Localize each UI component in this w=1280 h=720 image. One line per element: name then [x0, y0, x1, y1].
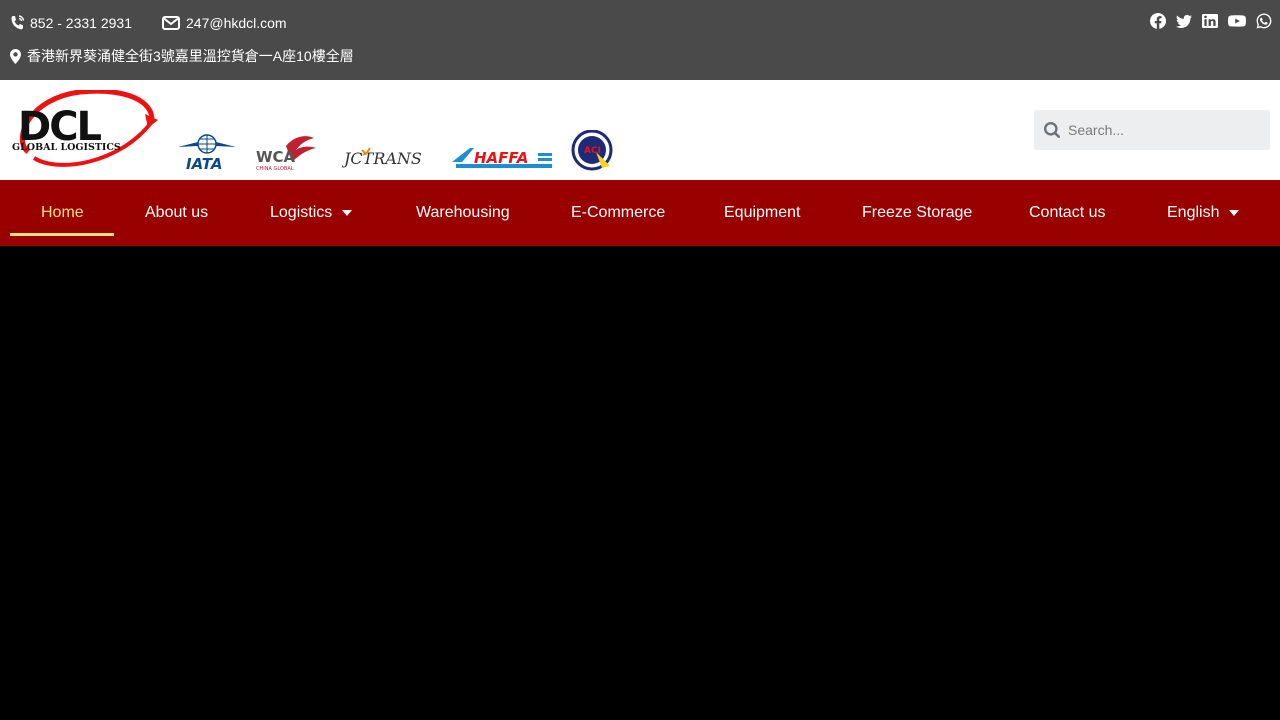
svg-text:WCA: WCA	[256, 148, 296, 166]
nav-item-equipment[interactable]: Equipment	[724, 180, 801, 246]
svg-text:HAFFA: HAFFA	[474, 149, 528, 167]
nav-item-freeze-storage[interactable]: Freeze Storage	[862, 180, 972, 246]
facebook-icon	[1150, 12, 1166, 29]
envelope-icon	[162, 16, 180, 30]
caret-down-icon	[342, 210, 353, 216]
iata-logo: IATA	[178, 134, 236, 173]
site-header: DCL GLOBAL LOGISTICS IATA WCA CHINA GLOB…	[0, 80, 1280, 180]
site-logo[interactable]: DCL GLOBAL LOGISTICS	[10, 88, 160, 170]
caret-down-icon	[1229, 210, 1240, 216]
nav-item-contact-us[interactable]: Contact us	[1029, 180, 1105, 246]
aci-logo: ACI	[570, 129, 614, 172]
nav-item-logistics[interactable]: Logistics	[270, 180, 353, 246]
hero-banner	[0, 246, 1280, 720]
email-address: 247@hkdcl.com	[186, 15, 287, 31]
phone-icon	[11, 15, 24, 30]
active-nav-underline	[10, 233, 114, 236]
svg-text:IATA: IATA	[186, 155, 222, 172]
phone-number: 852 - 2331 2931	[30, 15, 132, 31]
main-navigation: Home About us Logistics Warehousing E-Co…	[0, 180, 1280, 246]
twitter-link[interactable]	[1176, 12, 1192, 30]
twitter-icon	[1176, 14, 1192, 28]
linkedin-link[interactable]	[1202, 12, 1218, 30]
search-icon[interactable]	[1044, 122, 1060, 138]
email-link[interactable]: 247@hkdcl.com	[162, 15, 287, 31]
nav-item-home[interactable]: Home	[41, 180, 84, 246]
svg-text:CHINA GLOBAL: CHINA GLOBAL	[256, 166, 294, 172]
youtube-link[interactable]	[1228, 12, 1246, 30]
map-marker-icon	[10, 48, 21, 64]
jctrans-logo: JCTRANS	[341, 144, 432, 170]
nav-item-about-us[interactable]: About us	[145, 180, 208, 246]
search-box	[1034, 110, 1270, 150]
nav-item-language[interactable]: English	[1167, 180, 1240, 246]
address-text: 香港新界葵涌健全街3號嘉里溫控貨倉一A座10樓全層	[27, 48, 354, 64]
facebook-link[interactable]	[1150, 12, 1166, 30]
linkedin-icon	[1202, 14, 1218, 28]
svg-text:ACI: ACI	[584, 146, 601, 156]
youtube-icon	[1228, 15, 1246, 27]
svg-text:JCTRANS: JCTRANS	[342, 149, 422, 168]
address-link[interactable]: 香港新界葵涌健全街3號嘉里溫控貨倉一A座10樓全層	[10, 46, 354, 66]
top-bar: 852 - 2331 2931 247@hkdcl.com 香港新界葵涌健全街3…	[0, 0, 1280, 80]
whatsapp-link[interactable]	[1256, 12, 1272, 30]
wca-logo: WCA CHINA GLOBAL	[256, 134, 318, 172]
logo-sub-text: GLOBAL LOGISTICS	[12, 142, 121, 153]
whatsapp-icon	[1256, 13, 1272, 29]
nav-item-e-commerce[interactable]: E-Commerce	[571, 180, 665, 246]
haffa-logo: HAFFA	[452, 144, 554, 170]
phone-link[interactable]: 852 - 2331 2931	[10, 15, 132, 31]
search-input[interactable]	[1068, 110, 1266, 150]
nav-item-warehousing[interactable]: Warehousing	[416, 180, 510, 246]
social-links	[1150, 12, 1272, 30]
